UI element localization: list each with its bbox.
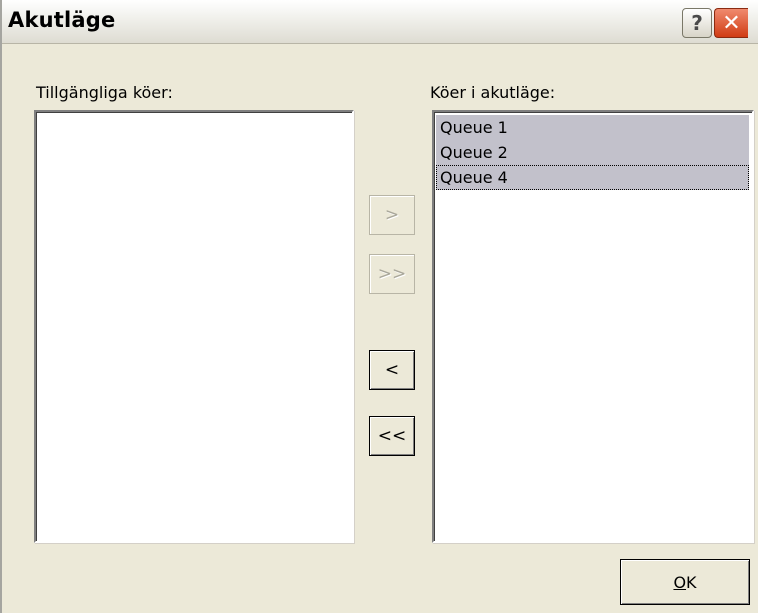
close-button[interactable]: ✕ <box>714 8 748 38</box>
help-icon: ? <box>691 11 703 35</box>
list-item[interactable]: Queue 1 <box>436 115 749 140</box>
add-all-button[interactable]: >> <box>369 254 415 294</box>
list-item[interactable]: Queue 4 <box>436 165 749 190</box>
add-selected-button[interactable]: > <box>369 195 415 235</box>
window-title: Akutläge <box>8 8 116 32</box>
help-button[interactable]: ? <box>682 8 712 38</box>
available-queues-list[interactable] <box>34 110 354 543</box>
list-item[interactable]: Queue 2 <box>436 140 749 165</box>
emergency-queues-list[interactable]: Queue 1 Queue 2 Queue 4 <box>432 110 754 543</box>
ok-button[interactable]: OK <box>620 559 750 605</box>
remove-all-button[interactable]: << <box>369 416 415 456</box>
emergency-queues-label: Köer i akutläge: <box>430 83 556 102</box>
remove-selected-button[interactable]: < <box>369 350 415 390</box>
dialog-window: Akutläge ? ✕ Tillgängliga köer: Köer i a… <box>0 0 758 613</box>
title-bar[interactable]: Akutläge ? ✕ <box>2 0 758 44</box>
ok-label-rest: K <box>686 572 697 592</box>
add-all-label: >> <box>377 264 407 284</box>
remove-all-label: << <box>377 426 407 446</box>
add-selected-label: > <box>384 205 400 225</box>
ok-mnemonic: O <box>673 572 687 592</box>
close-icon: ✕ <box>722 10 741 36</box>
remove-selected-label: < <box>384 360 400 380</box>
available-queues-label: Tillgängliga köer: <box>36 83 173 102</box>
